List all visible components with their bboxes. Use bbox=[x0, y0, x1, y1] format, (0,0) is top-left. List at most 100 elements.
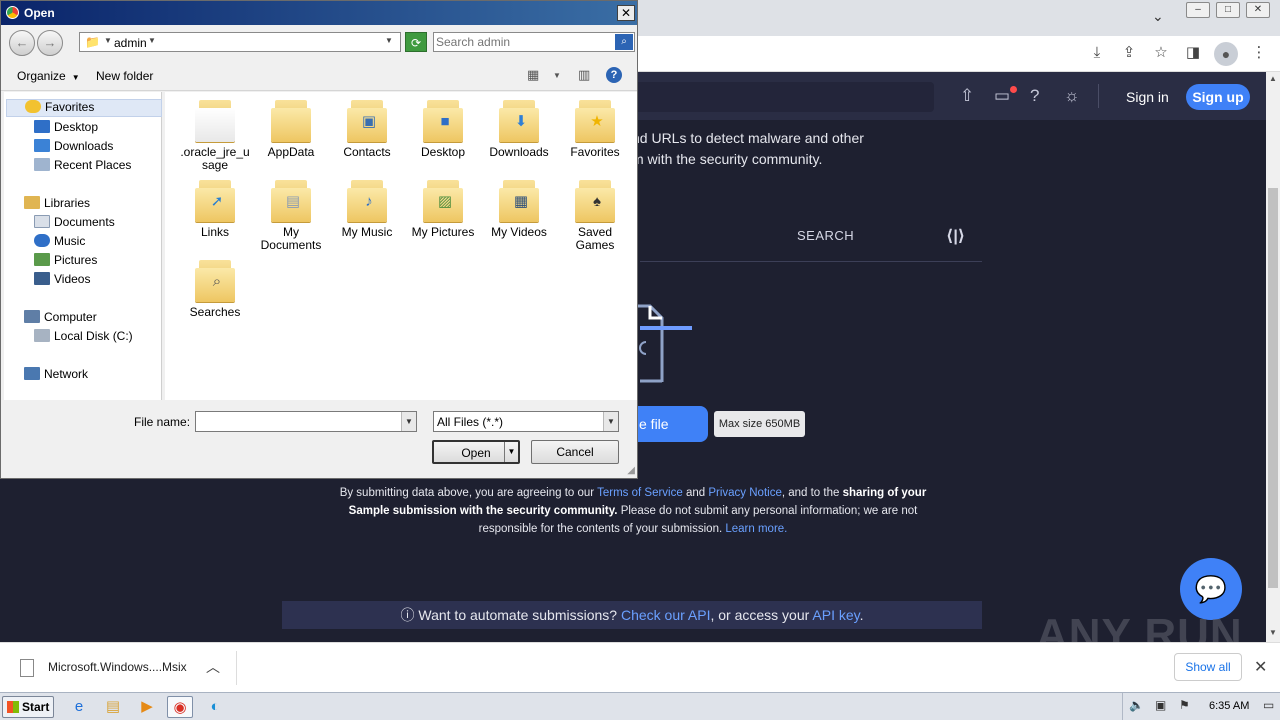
fingerprint-scan-icon[interactable]: ⟨|⟩ bbox=[946, 226, 965, 246]
nav-network[interactable]: Network bbox=[24, 367, 88, 385]
file-name-combobox[interactable]: ▼ bbox=[195, 411, 417, 432]
folder-item[interactable]: ⬇ Downloads bbox=[482, 98, 556, 159]
show-all-button[interactable]: Show all bbox=[1174, 653, 1242, 681]
view-options-icon[interactable]: ▦ bbox=[527, 67, 539, 83]
nav-pictures[interactable]: Pictures bbox=[34, 253, 97, 271]
new-folder-button[interactable]: New folder bbox=[96, 69, 153, 83]
nav-computer[interactable]: Computer bbox=[24, 310, 97, 328]
privacy-link[interactable]: Privacy Notice bbox=[708, 487, 782, 499]
chevron-down-icon[interactable]: ▼ bbox=[504, 442, 518, 462]
folder-item[interactable]: ▨ My Pictures bbox=[406, 178, 480, 239]
share-icon[interactable]: ⇪ bbox=[1118, 42, 1140, 64]
profile-icon[interactable]: ● bbox=[1214, 42, 1238, 66]
upload-icon[interactable]: ⇧ bbox=[960, 86, 974, 106]
links-folder-icon: ➚ bbox=[195, 178, 235, 222]
flag-icon[interactable]: ⚑ bbox=[1179, 698, 1190, 712]
nav-desktop[interactable]: Desktop bbox=[34, 120, 98, 138]
terms-link[interactable]: Terms of Service bbox=[597, 487, 683, 499]
nav-documents[interactable]: Documents bbox=[34, 215, 115, 233]
file-name-input[interactable] bbox=[198, 414, 398, 429]
download-icon[interactable]: ⤓ bbox=[1086, 42, 1108, 64]
download-file-name[interactable]: Microsoft.Windows....Msix bbox=[48, 660, 187, 674]
media-player-icon[interactable]: ▶ bbox=[134, 696, 160, 718]
file-type-select[interactable]: All Files (*.*) ▼ bbox=[433, 411, 619, 432]
chevron-up-icon[interactable]: ︿ bbox=[206, 657, 220, 677]
sign-up-button[interactable]: Sign up bbox=[1186, 84, 1250, 110]
folder-item[interactable]: ▦ My Videos bbox=[482, 178, 556, 239]
nav-favorites[interactable]: Favorites bbox=[6, 99, 162, 117]
folder-item[interactable]: ⌕ Searches bbox=[178, 258, 252, 319]
dialog-titlebar[interactable]: Open ✕ bbox=[1, 1, 637, 25]
close-window-button[interactable]: ✕ bbox=[1246, 2, 1270, 18]
theme-icon[interactable]: ☼ bbox=[1064, 86, 1080, 106]
dialog-search-field[interactable]: ⌕ bbox=[433, 32, 635, 52]
explorer-icon[interactable]: ▤ bbox=[100, 696, 126, 718]
show-desktop-icon[interactable]: ▭ bbox=[1263, 698, 1274, 712]
api-key-link[interactable]: API key bbox=[812, 607, 859, 623]
scroll-down-arrow-icon[interactable]: ▼ bbox=[1266, 626, 1280, 640]
sign-in-link[interactable]: Sign in bbox=[1126, 89, 1169, 105]
sidepanel-icon[interactable]: ◨ bbox=[1182, 42, 1204, 64]
volume-icon[interactable]: 🔈 bbox=[1129, 698, 1144, 712]
learn-more-link[interactable]: Learn more. bbox=[725, 523, 787, 535]
ie-icon[interactable]: e bbox=[66, 696, 92, 718]
nav-downloads[interactable]: Downloads bbox=[34, 139, 113, 157]
address-dropdown-icon[interactable]: ▼ bbox=[385, 36, 393, 45]
back-arrow-icon[interactable]: ← bbox=[9, 30, 35, 56]
minimize-button[interactable]: – bbox=[1186, 2, 1210, 18]
scrollbar-thumb[interactable] bbox=[1268, 188, 1278, 588]
star-icon[interactable]: ☆ bbox=[1150, 42, 1172, 64]
folder-item[interactable]: ➚ Links bbox=[178, 178, 252, 239]
choose-file-button[interactable]: e file bbox=[630, 406, 708, 442]
folder-item[interactable]: ♪ My Music bbox=[330, 178, 404, 239]
start-button[interactable]: Start bbox=[2, 696, 54, 718]
chat-icon[interactable]: ▭ bbox=[994, 86, 1010, 106]
clock[interactable]: 6:35 AM bbox=[1209, 700, 1249, 712]
close-icon[interactable]: ✕ bbox=[1254, 657, 1267, 677]
check-api-link[interactable]: Check our API bbox=[621, 607, 711, 623]
folder-item[interactable]: ▣ Contacts bbox=[330, 98, 404, 159]
folder-item[interactable]: ■ Desktop bbox=[406, 98, 480, 159]
folder-label: My Pictures bbox=[411, 225, 475, 239]
nav-libraries[interactable]: Libraries bbox=[24, 196, 90, 214]
edge-icon[interactable]: ◐ bbox=[202, 696, 228, 718]
preview-pane-icon[interactable]: ▥ bbox=[578, 67, 590, 83]
chevron-down-icon[interactable]: ▼ bbox=[148, 36, 156, 45]
folder-item[interactable]: .oracle_jre_u sage bbox=[178, 98, 252, 172]
download-bar: Microsoft.Windows....Msix ︿ Show all ✕ bbox=[0, 642, 1280, 692]
site-search-input[interactable] bbox=[600, 82, 934, 112]
tab-search-chevron-icon[interactable]: ⌄ bbox=[1152, 8, 1164, 25]
cancel-button[interactable]: Cancel bbox=[531, 440, 619, 464]
help-icon[interactable]: ? bbox=[1030, 86, 1039, 106]
search-icon[interactable]: ⌕ bbox=[615, 34, 633, 50]
nav-videos[interactable]: Videos bbox=[34, 272, 90, 290]
open-button[interactable]: Open ▼ bbox=[432, 440, 520, 464]
chevron-down-icon[interactable]: ▼ bbox=[553, 71, 561, 80]
nav-recent-places[interactable]: Recent Places bbox=[34, 158, 131, 176]
chevron-down-icon[interactable]: ▼ bbox=[603, 412, 618, 431]
nav-music[interactable]: Music bbox=[34, 234, 85, 252]
address-crumb[interactable]: admin bbox=[114, 36, 147, 50]
forward-arrow-icon[interactable]: → bbox=[37, 30, 63, 56]
dialog-search-input[interactable] bbox=[436, 34, 612, 50]
address-bar[interactable]: 📁 ▼ admin ▼ ▼ bbox=[79, 32, 401, 52]
folder-item[interactable]: ★ Favorites bbox=[558, 98, 632, 159]
organize-menu[interactable]: Organize ▼ bbox=[17, 69, 80, 83]
resize-grip-icon[interactable]: ◢ bbox=[627, 465, 635, 476]
chevron-down-icon[interactable]: ▼ bbox=[104, 36, 112, 45]
network-icon[interactable]: ▣ bbox=[1155, 698, 1166, 712]
nav-local-disk[interactable]: Local Disk (C:) bbox=[34, 329, 133, 347]
folder-item[interactable]: AppData bbox=[254, 98, 328, 159]
dialog-close-button[interactable]: ✕ bbox=[617, 5, 635, 21]
tab-search[interactable]: SEARCH bbox=[797, 228, 854, 243]
folder-item[interactable]: ▤ My Documents bbox=[254, 178, 328, 252]
scroll-up-arrow-icon[interactable]: ▲ bbox=[1266, 72, 1280, 86]
chevron-down-icon[interactable]: ▼ bbox=[401, 412, 416, 431]
desktop-folder-icon: ■ bbox=[423, 98, 463, 142]
folder-item[interactable]: ♠ Saved Games bbox=[558, 178, 632, 252]
maximize-button[interactable]: □ bbox=[1216, 2, 1240, 18]
chrome-icon[interactable]: ◉ bbox=[167, 696, 193, 718]
refresh-icon[interactable]: ⟳ bbox=[405, 32, 427, 52]
menu-icon[interactable]: ⋮ bbox=[1248, 42, 1270, 64]
help-icon[interactable]: ? bbox=[606, 67, 622, 83]
